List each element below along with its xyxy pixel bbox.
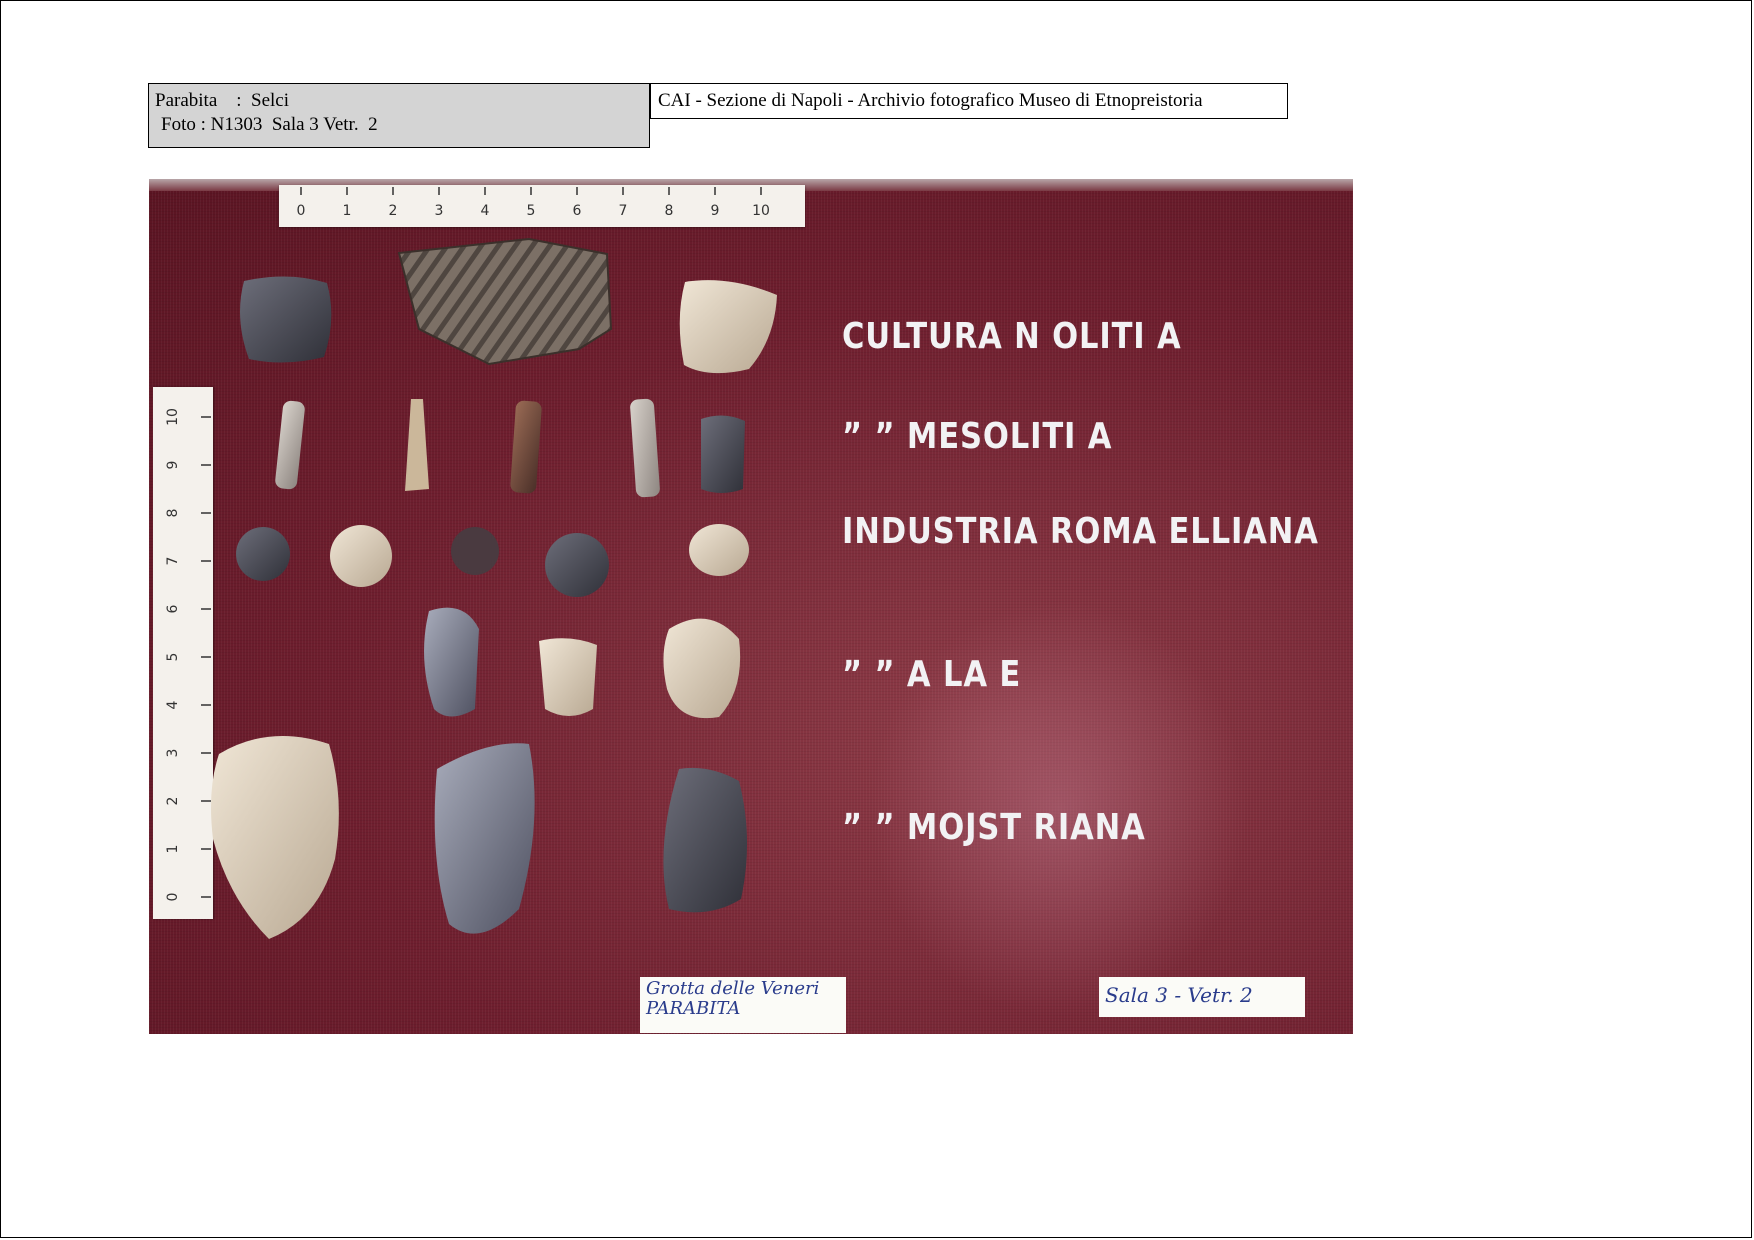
label-cave-name: Grotta delle Veneri	[646, 978, 820, 999]
label-cave: Grotta delle Veneri PARABITA	[640, 977, 846, 1033]
artifact-flake	[424, 607, 479, 717]
display-line-romanelliana: INDUSTRIA ROMA ELLIANA	[842, 511, 1319, 552]
artifact-scraper	[545, 533, 609, 597]
display-line-musteriana: ” ” MOJST RIANA	[842, 807, 1146, 848]
artifact-blade	[510, 400, 542, 494]
artifact-scraper	[236, 527, 290, 581]
artifact-blade	[701, 415, 745, 493]
label-room: Sala 3 - Vetr. 2	[1099, 977, 1305, 1017]
artifact-blade	[405, 399, 429, 491]
label-cave-site: PARABITA	[646, 998, 741, 1019]
artifacts-layer	[211, 237, 777, 939]
display-line-neolitica: CULTURA N OLITI A	[842, 316, 1182, 357]
archive-title: CAI - Sezione di Napoli - Archivio fotog…	[650, 83, 1288, 119]
artifact-scraper	[689, 524, 749, 576]
display-line-mesolitica: ” ” MESOLITI A	[842, 416, 1113, 457]
display-line-a-lame: ” ” A LA E	[842, 654, 1022, 695]
artifact-large-biface	[663, 767, 748, 913]
artifact-flake-p9	[663, 618, 741, 719]
artifact-flake	[539, 638, 597, 716]
artifact-large-biface-p9	[211, 736, 339, 939]
caption-box: Parabita : Selci Foto : N1303 Sala 3 Vet…	[148, 83, 650, 148]
caption-photo-ref: Foto : N1303 Sala 3 Vetr. 2	[161, 114, 378, 135]
museum-display-photo: 0 1 2 3 4 5 6 7 8 9 10 0 1 2 3 4 5 6 7 8 9 10	[149, 179, 1353, 1034]
artifact-scraper	[451, 527, 499, 575]
artifact-blade	[630, 398, 660, 498]
artifact-polished-axe	[240, 276, 332, 363]
artifact-pottery-sherd	[397, 237, 613, 366]
caption-location: Parabita : Selci	[155, 90, 290, 111]
artifact-blade	[275, 400, 305, 490]
artifact-flint-p32	[679, 280, 777, 374]
artifact-scraper	[330, 525, 392, 587]
artifact-large-biface-p16	[434, 743, 535, 934]
